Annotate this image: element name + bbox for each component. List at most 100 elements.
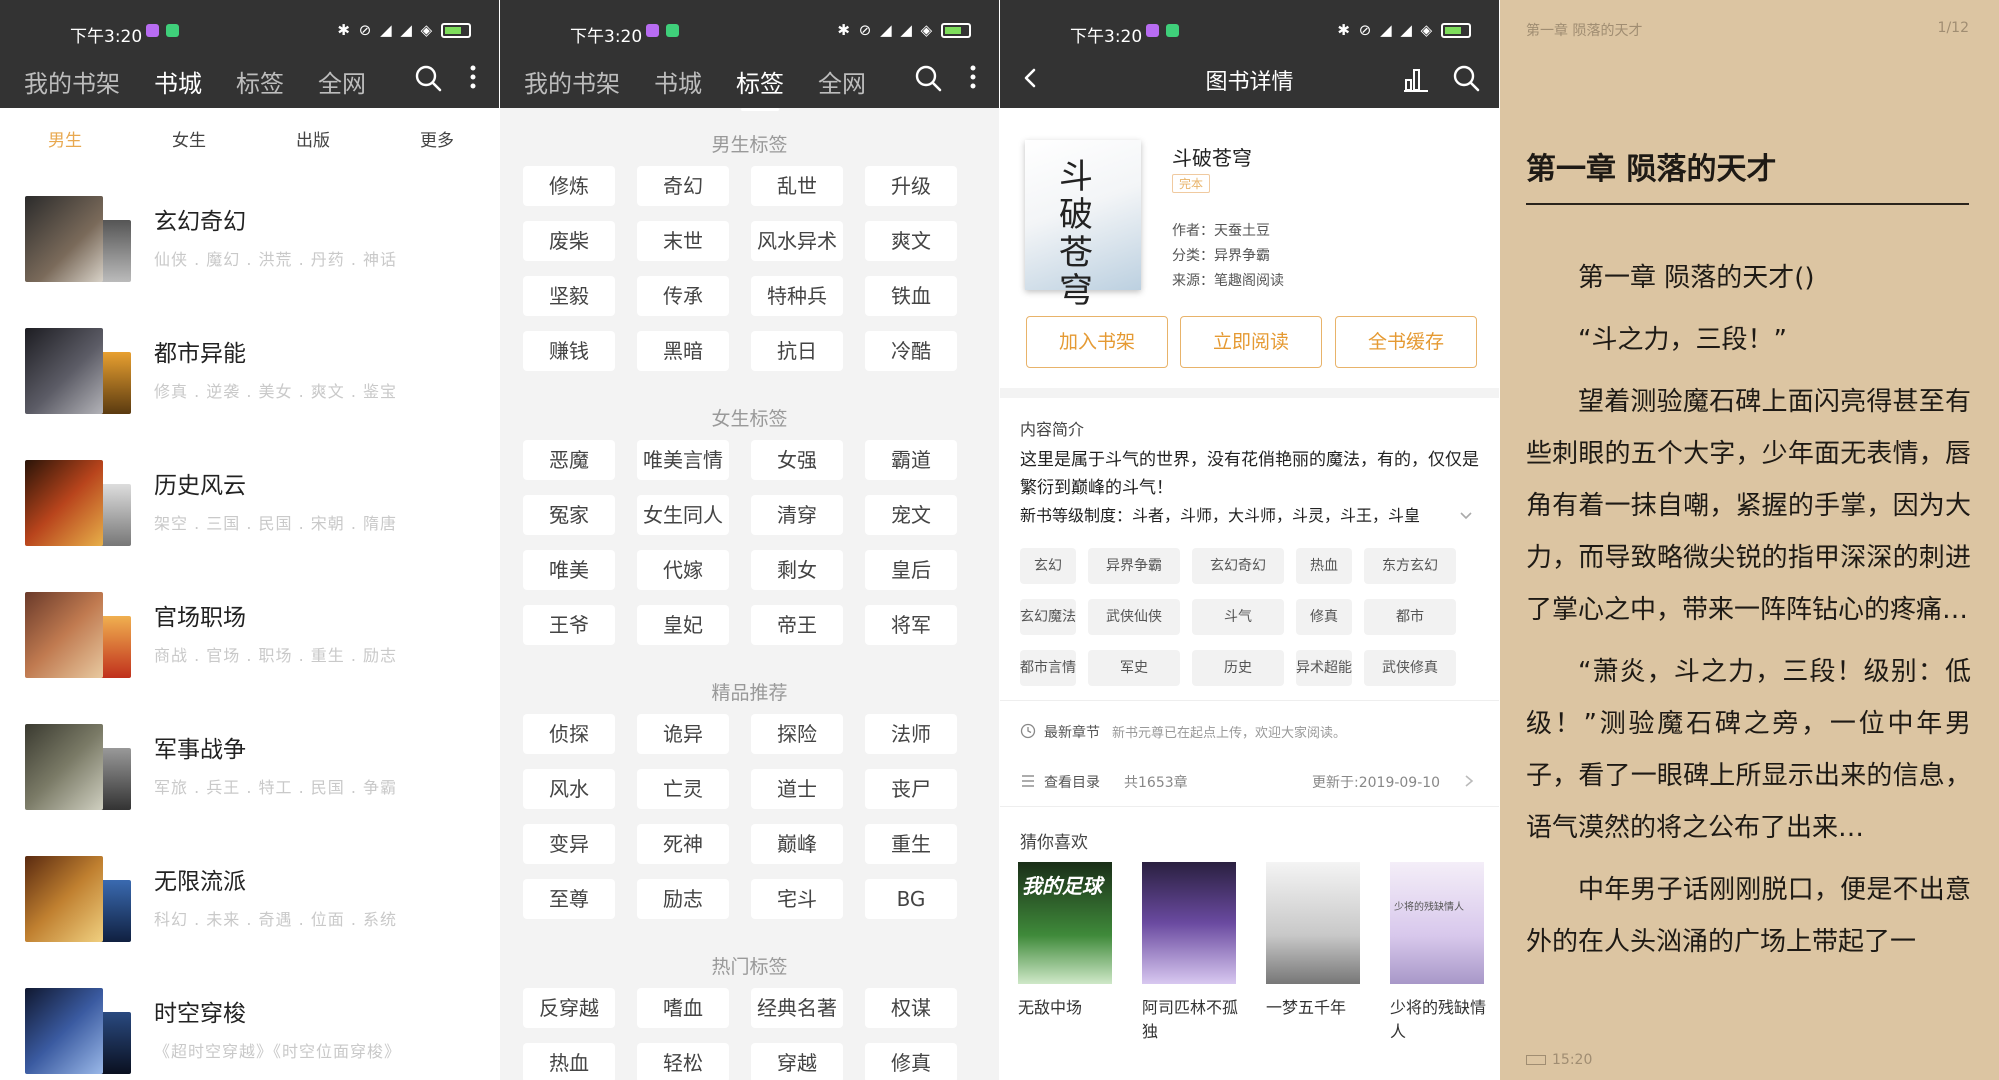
subtab-publish[interactable]: 出版 (296, 126, 330, 151)
book-author[interactable]: 作者：天蚕土豆 (1172, 220, 1270, 240)
tag-chip[interactable]: 权谋 (865, 988, 957, 1028)
tag-chip[interactable]: 经典名著 (751, 988, 843, 1028)
search-icon[interactable] (1450, 58, 1482, 98)
tag-chip[interactable]: 穿越 (751, 1043, 843, 1080)
tag-chip[interactable]: 至尊 (523, 879, 615, 919)
category-item[interactable]: 军事战争 军旅 . 兵王 . 特工 . 民国 . 争霸 (0, 708, 499, 840)
add-to-shelf-button[interactable]: 加入书架 (1026, 316, 1168, 368)
book-tag[interactable]: 历史 (1192, 650, 1284, 686)
tag-chip[interactable]: 法师 (865, 714, 957, 754)
book-tag[interactable]: 异界争霸 (1088, 548, 1180, 584)
subtab-female[interactable]: 女生 (172, 126, 206, 151)
tag-chip[interactable]: 将军 (865, 605, 957, 645)
book-tag[interactable]: 都市 (1364, 599, 1456, 635)
book-tag[interactable]: 异术超能 (1296, 650, 1352, 686)
book-tag[interactable]: 都市言情 (1020, 650, 1076, 686)
tag-chip[interactable]: 励志 (637, 879, 729, 919)
tag-chip[interactable]: 王爷 (523, 605, 615, 645)
tag-chip[interactable]: 修真 (865, 1043, 957, 1080)
book-tag[interactable]: 玄幻 (1020, 548, 1076, 584)
search-icon[interactable] (412, 58, 444, 98)
book-tag[interactable]: 军史 (1088, 650, 1180, 686)
tag-chip[interactable]: 轻松 (637, 1043, 729, 1080)
tag-chip[interactable]: 升级 (865, 166, 957, 206)
category-item[interactable]: 无限流派 科幻 . 未来 . 奇遇 . 位面 . 系统 (0, 840, 499, 972)
tag-chip[interactable]: 女强 (751, 440, 843, 480)
subtab-male[interactable]: 男生 (48, 126, 82, 151)
book-tag[interactable]: 斗气 (1192, 599, 1284, 635)
tag-chip[interactable]: 坚毅 (523, 276, 615, 316)
book-tag[interactable]: 武侠修真 (1364, 650, 1456, 686)
screen-reader[interactable]: 第一章 陨落的天才 1/12 第一章 陨落的天才 第一章 陨落的天才() “斗之… (1500, 0, 1999, 1080)
tag-chip[interactable]: 代嫁 (637, 550, 729, 590)
book-tag[interactable]: 玄幻奇幻 (1192, 548, 1284, 584)
tag-chip[interactable]: 剩女 (751, 550, 843, 590)
tag-chip[interactable]: 道士 (751, 769, 843, 809)
tag-chip[interactable]: 重生 (865, 824, 957, 864)
tag-chip[interactable]: 赚钱 (523, 331, 615, 371)
search-icon[interactable] (912, 58, 944, 98)
tag-chip[interactable]: 帝王 (751, 605, 843, 645)
tag-chip[interactable]: 清穿 (751, 495, 843, 535)
tag-chip[interactable]: 宅斗 (751, 879, 843, 919)
tag-chip[interactable]: 侦探 (523, 714, 615, 754)
tag-chip[interactable]: 嗜血 (637, 988, 729, 1028)
tag-chip[interactable]: 黑暗 (637, 331, 729, 371)
recommend-title[interactable]: 阿司匹林不孤独 (1142, 996, 1242, 1044)
category-item[interactable]: 都市异能 修真 . 逆袭 . 美女 . 爽文 . 鉴宝 (0, 312, 499, 444)
tag-chip[interactable]: 女生同人 (637, 495, 729, 535)
tag-chip[interactable]: 霸道 (865, 440, 957, 480)
category-item[interactable]: 历史风云 架空 . 三国 . 民国 . 宋朝 . 隋唐 (0, 444, 499, 576)
book-tag[interactable]: 热血 (1296, 548, 1352, 584)
tag-chip[interactable]: 爽文 (865, 221, 957, 261)
tag-chip[interactable]: 抗日 (751, 331, 843, 371)
tag-chip[interactable]: 皇后 (865, 550, 957, 590)
recommend-title[interactable]: 一梦五千年 (1266, 996, 1366, 1020)
latest-chapter-text[interactable]: 新书元尊已在起点上传，欢迎大家阅读。 (1112, 722, 1346, 741)
tag-chip[interactable]: 热血 (523, 1043, 615, 1080)
tab-bookshelf[interactable]: 我的书架 (524, 64, 620, 99)
tab-tags[interactable]: 标签 (736, 64, 784, 111)
tag-chip[interactable]: 修炼 (523, 166, 615, 206)
cache-all-button[interactable]: 全书缓存 (1335, 316, 1477, 368)
tag-chip[interactable]: 宠文 (865, 495, 957, 535)
tag-chip[interactable]: 废柴 (523, 221, 615, 261)
tag-chip[interactable]: 风水异术 (751, 221, 843, 261)
tag-chip[interactable]: 诡异 (637, 714, 729, 754)
recommend-cover[interactable]: 我的足球 (1018, 862, 1112, 984)
recommend-cover[interactable] (1142, 862, 1236, 984)
book-tag[interactable]: 玄幻魔法 (1020, 599, 1076, 635)
recommend-cover[interactable] (1266, 862, 1360, 984)
chevron-down-icon[interactable] (1458, 508, 1474, 524)
chart-icon[interactable] (1400, 58, 1432, 98)
tag-chip[interactable]: 末世 (637, 221, 729, 261)
tag-chip[interactable]: 变异 (523, 824, 615, 864)
tag-chip[interactable]: 唯美 (523, 550, 615, 590)
category-item[interactable]: 时空穿梭 《超时空穿越》《时空位面穿梭》 (0, 972, 499, 1080)
recommend-cover[interactable]: 少将的残缺情人 (1390, 862, 1484, 984)
tag-chip[interactable]: 探险 (751, 714, 843, 754)
tag-chip[interactable]: BG (865, 879, 957, 919)
more-icon[interactable] (457, 58, 489, 98)
tab-bookstore[interactable]: 书城 (154, 64, 202, 111)
more-icon[interactable] (957, 58, 989, 98)
recommend-title[interactable]: 少将的残缺情人 (1390, 996, 1490, 1044)
tag-chip[interactable]: 风水 (523, 769, 615, 809)
tag-chip[interactable]: 乱世 (751, 166, 843, 206)
category-item[interactable]: 玄幻奇幻 仙侠 . 魔幻 . 洪荒 . 丹药 . 神话 (0, 180, 499, 312)
tag-chip[interactable]: 特种兵 (751, 276, 843, 316)
recommend-title[interactable]: 无敌中场 (1018, 996, 1118, 1020)
tag-chip[interactable]: 铁血 (865, 276, 957, 316)
tag-chip[interactable]: 冤家 (523, 495, 615, 535)
tag-chip[interactable]: 恶魔 (523, 440, 615, 480)
tab-bookshelf[interactable]: 我的书架 (24, 64, 120, 99)
tab-all-web[interactable]: 全网 (318, 64, 366, 99)
read-now-button[interactable]: 立即阅读 (1180, 316, 1322, 368)
tag-chip[interactable]: 皇妃 (637, 605, 729, 645)
book-tag[interactable]: 武侠仙侠 (1088, 599, 1180, 635)
tag-chip[interactable]: 亡灵 (637, 769, 729, 809)
tag-chip[interactable]: 传承 (637, 276, 729, 316)
tag-chip[interactable]: 死神 (637, 824, 729, 864)
tag-chip[interactable]: 唯美言情 (637, 440, 729, 480)
tag-chip[interactable]: 巅峰 (751, 824, 843, 864)
